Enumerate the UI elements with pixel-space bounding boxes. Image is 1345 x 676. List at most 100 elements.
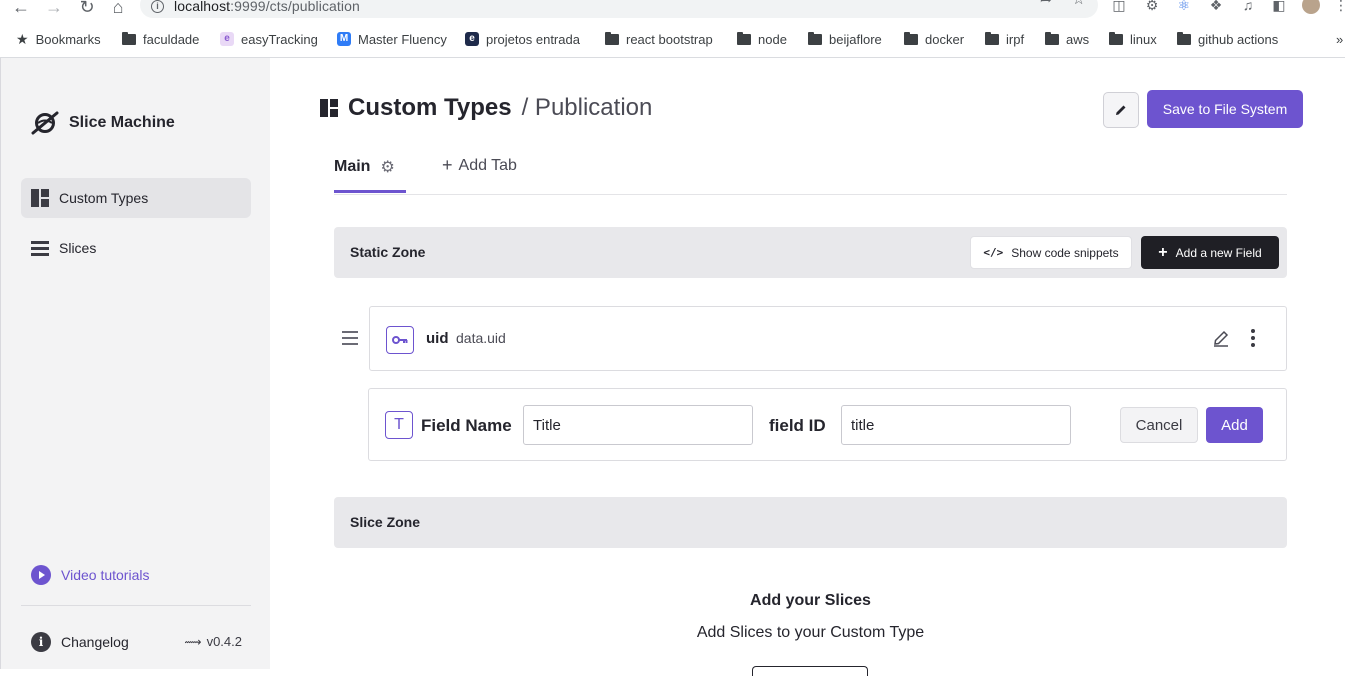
drag-handle-icon[interactable]	[342, 331, 358, 345]
field-name: uid	[426, 330, 449, 347]
breadcrumb-current: / Publication	[521, 94, 653, 121]
share-icon[interactable]: ➦	[1040, 0, 1053, 8]
add-button[interactable]: Add	[1206, 407, 1263, 443]
reload-icon[interactable]: ↻	[76, 0, 98, 18]
folder-icon	[904, 31, 918, 45]
bookmark-item[interactable]: docker	[904, 28, 964, 50]
changelog-link[interactable]: i Changelog	[31, 632, 129, 652]
bookmark-item[interactable]: e easyTracking	[220, 28, 318, 50]
field-name-label: Field Name	[421, 416, 512, 435]
react-devtools-icon[interactable]: ⚛	[1175, 0, 1193, 14]
changelog-label: Changelog	[61, 634, 129, 650]
easytracking-favicon-icon: e	[220, 32, 234, 46]
bookmark-label: node	[758, 31, 787, 47]
show-code-snippets-button[interactable]: </> Show code snippets	[970, 236, 1132, 269]
sidebar-item-slices[interactable]: Slices	[21, 228, 251, 268]
bookmark-item[interactable]: M Master Fluency	[337, 28, 447, 50]
info-icon: i	[31, 632, 51, 652]
master-fluency-favicon-icon: M	[337, 32, 351, 46]
edit-field-icon[interactable]	[1212, 329, 1230, 347]
bookmark-item[interactable]: beijaflore	[808, 28, 882, 50]
version-badge: ⟿ v0.4.2	[184, 634, 242, 649]
bookmark-star-icon[interactable]: ☆	[1072, 0, 1085, 8]
plus-icon: +	[442, 155, 453, 175]
bookmark-item[interactable]: github actions	[1177, 28, 1278, 50]
folder-icon	[808, 31, 822, 45]
browser-menu-icon[interactable]: ⋮	[1332, 0, 1345, 14]
overflow-chevron-icon: »	[1336, 31, 1344, 47]
projetos-favicon-icon: e	[465, 32, 479, 46]
bookmark-label: easyTracking	[241, 31, 318, 47]
bookmark-label: faculdade	[143, 31, 200, 47]
field-id-label: field ID	[769, 416, 826, 435]
video-tutorials-link[interactable]: Video tutorials	[31, 565, 149, 585]
cancel-button[interactable]: Cancel	[1120, 407, 1198, 443]
bookmarks-overflow[interactable]: »	[1336, 28, 1343, 50]
bookmark-item[interactable]: aws	[1045, 28, 1089, 50]
save-to-file-system-button[interactable]: Save to File System	[1147, 90, 1303, 128]
folder-icon	[122, 31, 136, 45]
bookmark-item[interactable]: faculdade	[122, 28, 199, 50]
sidebar-item-custom-types[interactable]: Custom Types	[21, 178, 251, 218]
breadcrumb-root[interactable]: Custom Types	[348, 94, 512, 122]
folder-icon	[1177, 31, 1191, 45]
home-icon[interactable]: ⌂	[107, 0, 129, 18]
field-path: data.uid	[456, 330, 506, 346]
url-text: localhost:9999/cts/publication	[174, 0, 360, 14]
slice-machine-logo-icon	[31, 111, 59, 135]
page-title: Custom Types / Publication	[320, 94, 652, 122]
bookmarks-bar: ★ Bookmarks faculdade e easyTracking M Mast…	[0, 28, 1345, 50]
add-new-field-button[interactable]: + Add a new Field	[1141, 236, 1279, 269]
video-tutorials-label: Video tutorials	[61, 567, 150, 583]
brand[interactable]: Slice Machine	[31, 110, 175, 136]
bookmark-item[interactable]: irpf	[985, 28, 1024, 50]
sidebar: Slice Machine Custom Types Slices Video …	[0, 58, 270, 669]
browser-nav-row: ← → ↻ ⌂ i localhost:9999/cts/publication…	[0, 0, 1345, 20]
sidebar-item-label: Slices	[59, 240, 97, 256]
tab-bar: Main ⚙ + Add Tab	[334, 154, 1287, 195]
extension-icon-2[interactable]: ⚙	[1143, 0, 1161, 14]
star-icon: ★	[16, 30, 29, 47]
field-name-input[interactable]	[523, 405, 753, 445]
bookmark-label: linux	[1130, 31, 1157, 47]
main-content: Custom Types / Publication Save to File …	[270, 58, 1345, 676]
profile-avatar[interactable]	[1302, 0, 1320, 14]
bookmark-label: beijaflore	[829, 31, 882, 47]
pencil-icon	[1116, 105, 1126, 115]
field-id-input[interactable]	[841, 405, 1071, 445]
text-field-type-icon: T	[385, 411, 413, 439]
add-tab-label: Add Tab	[458, 157, 517, 174]
sidebar-item-label: Custom Types	[59, 190, 149, 206]
folder-icon	[985, 31, 999, 45]
extension-icon-1[interactable]: ◫	[1110, 0, 1128, 14]
tab-main[interactable]: Main ⚙	[334, 154, 406, 193]
address-bar[interactable]: i localhost:9999/cts/publication ➦ ☆	[140, 0, 1098, 18]
bookmark-label: github actions	[1198, 31, 1279, 47]
bookmark-item[interactable]: ★ Bookmarks	[16, 28, 101, 50]
bookmark-item[interactable]: linux	[1109, 28, 1157, 50]
gear-icon[interactable]: ⚙	[380, 157, 394, 177]
bookmark-label: Bookmarks	[35, 31, 101, 47]
plus-icon: +	[1158, 243, 1168, 261]
bookmark-item[interactable]: e projetos entrada	[465, 28, 580, 50]
custom-types-icon	[31, 189, 49, 207]
add-tab-button[interactable]: + Add Tab	[442, 155, 517, 175]
edit-custom-type-button[interactable]	[1103, 92, 1139, 128]
back-arrow-icon[interactable]: ←	[10, 0, 32, 18]
bookmark-item[interactable]: node	[737, 28, 787, 50]
bookmark-label: irpf	[1006, 31, 1025, 47]
slices-icon	[31, 239, 49, 257]
site-info-icon[interactable]: i	[151, 0, 164, 13]
more-options-icon[interactable]	[1251, 329, 1255, 347]
folder-icon	[1045, 31, 1059, 45]
lightning-icon: ⟿	[184, 634, 202, 649]
slice-zone-action-button[interactable]	[752, 666, 868, 676]
browser-chrome: ← → ↻ ⌂ i localhost:9999/cts/publication…	[0, 0, 1345, 58]
bookmark-label: projetos entrada	[486, 31, 580, 47]
extensions-puzzle-icon[interactable]: ❖	[1207, 0, 1225, 14]
forward-arrow-icon[interactable]: →	[43, 0, 65, 18]
media-control-icon[interactable]: ♫	[1239, 0, 1257, 14]
side-panel-icon[interactable]: ◧	[1270, 0, 1288, 14]
bookmark-item[interactable]: react bootstrap	[605, 28, 713, 50]
folder-icon	[605, 31, 619, 45]
